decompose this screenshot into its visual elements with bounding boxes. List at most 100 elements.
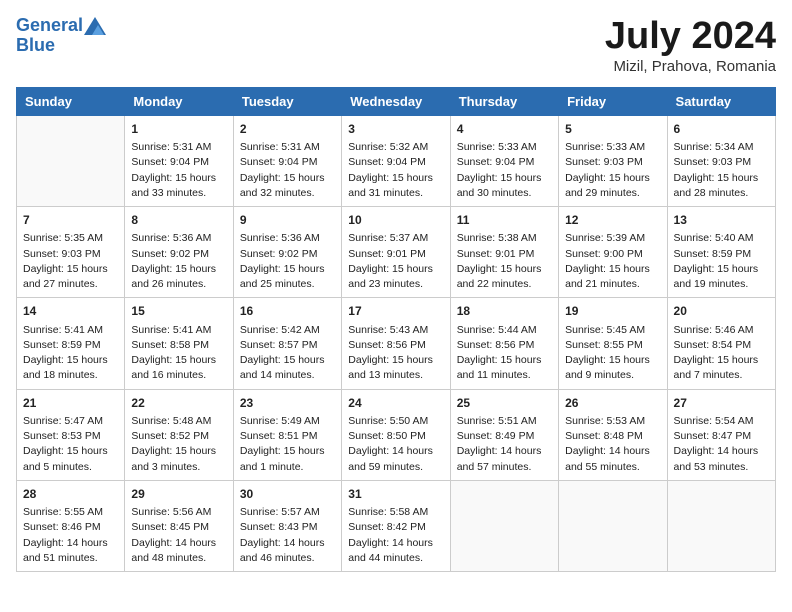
day-info-line: Daylight: 14 hours (674, 444, 769, 459)
day-number: 27 (674, 395, 769, 412)
day-info-line: Sunrise: 5:36 AM (131, 231, 226, 246)
day-info-line: Sunrise: 5:45 AM (565, 323, 660, 338)
calendar-cell: 25Sunrise: 5:51 AMSunset: 8:49 PMDayligh… (450, 389, 558, 480)
day-number: 31 (348, 486, 443, 503)
calendar-cell: 20Sunrise: 5:46 AMSunset: 8:54 PMDayligh… (667, 298, 775, 389)
day-info-line: Daylight: 15 hours (565, 353, 660, 368)
day-info-line: and 57 minutes. (457, 460, 552, 475)
calendar-cell (667, 480, 775, 571)
calendar-cell: 7Sunrise: 5:35 AMSunset: 9:03 PMDaylight… (17, 207, 125, 298)
day-info-line: Sunrise: 5:58 AM (348, 505, 443, 520)
day-info-line: and 11 minutes. (457, 368, 552, 383)
weekday-header-saturday: Saturday (667, 87, 775, 115)
day-number: 16 (240, 303, 335, 320)
day-info-line: and 28 minutes. (674, 186, 769, 201)
day-number: 23 (240, 395, 335, 412)
day-info-line: Daylight: 15 hours (457, 353, 552, 368)
day-info-line: Sunset: 8:59 PM (23, 338, 118, 353)
calendar-cell: 17Sunrise: 5:43 AMSunset: 8:56 PMDayligh… (342, 298, 450, 389)
day-info-line: Sunset: 8:42 PM (348, 520, 443, 535)
day-info-line: Sunrise: 5:41 AM (131, 323, 226, 338)
day-number: 13 (674, 212, 769, 229)
day-info-line: Sunset: 8:53 PM (23, 429, 118, 444)
week-row-5: 28Sunrise: 5:55 AMSunset: 8:46 PMDayligh… (17, 480, 776, 571)
day-info-line: Sunset: 8:54 PM (674, 338, 769, 353)
weekday-header-sunday: Sunday (17, 87, 125, 115)
day-number: 21 (23, 395, 118, 412)
week-row-1: 1Sunrise: 5:31 AMSunset: 9:04 PMDaylight… (17, 115, 776, 206)
month-title: July 2024 (605, 16, 776, 58)
day-info-line: Sunrise: 5:39 AM (565, 231, 660, 246)
day-info-line: Sunset: 8:57 PM (240, 338, 335, 353)
day-info-line: Sunset: 8:59 PM (674, 247, 769, 262)
day-info-line: Daylight: 14 hours (348, 536, 443, 551)
day-info-line: and 53 minutes. (674, 460, 769, 475)
day-info-line: Sunrise: 5:47 AM (23, 414, 118, 429)
day-info-line: Sunrise: 5:38 AM (457, 231, 552, 246)
day-info-line: and 1 minute. (240, 460, 335, 475)
day-number: 7 (23, 212, 118, 229)
calendar-cell: 22Sunrise: 5:48 AMSunset: 8:52 PMDayligh… (125, 389, 233, 480)
day-info-line: Daylight: 15 hours (674, 171, 769, 186)
weekday-header-friday: Friday (559, 87, 667, 115)
day-number: 19 (565, 303, 660, 320)
day-info-line: and 21 minutes. (565, 277, 660, 292)
day-number: 3 (348, 121, 443, 138)
calendar-cell: 21Sunrise: 5:47 AMSunset: 8:53 PMDayligh… (17, 389, 125, 480)
day-info-line: Sunrise: 5:31 AM (240, 140, 335, 155)
weekday-header-thursday: Thursday (450, 87, 558, 115)
calendar-cell: 6Sunrise: 5:34 AMSunset: 9:03 PMDaylight… (667, 115, 775, 206)
calendar-cell: 19Sunrise: 5:45 AMSunset: 8:55 PMDayligh… (559, 298, 667, 389)
calendar-cell: 12Sunrise: 5:39 AMSunset: 9:00 PMDayligh… (559, 207, 667, 298)
day-info-line: Sunrise: 5:57 AM (240, 505, 335, 520)
calendar-cell: 5Sunrise: 5:33 AMSunset: 9:03 PMDaylight… (559, 115, 667, 206)
calendar-cell: 8Sunrise: 5:36 AMSunset: 9:02 PMDaylight… (125, 207, 233, 298)
day-info-line: and 22 minutes. (457, 277, 552, 292)
day-number: 18 (457, 303, 552, 320)
day-number: 6 (674, 121, 769, 138)
day-info-line: Sunrise: 5:43 AM (348, 323, 443, 338)
day-info-line: and 25 minutes. (240, 277, 335, 292)
day-info-line: Sunset: 8:48 PM (565, 429, 660, 444)
day-info-line: Sunset: 9:03 PM (23, 247, 118, 262)
day-info-line: and 33 minutes. (131, 186, 226, 201)
calendar-cell: 18Sunrise: 5:44 AMSunset: 8:56 PMDayligh… (450, 298, 558, 389)
day-number: 5 (565, 121, 660, 138)
day-info-line: Sunset: 8:50 PM (348, 429, 443, 444)
day-info-line: Sunset: 9:03 PM (565, 155, 660, 170)
day-info-line: and 44 minutes. (348, 551, 443, 566)
calendar-cell: 24Sunrise: 5:50 AMSunset: 8:50 PMDayligh… (342, 389, 450, 480)
day-info-line: Daylight: 15 hours (674, 353, 769, 368)
day-info-line: Daylight: 15 hours (240, 353, 335, 368)
calendar-cell: 11Sunrise: 5:38 AMSunset: 9:01 PMDayligh… (450, 207, 558, 298)
day-info-line: and 3 minutes. (131, 460, 226, 475)
day-info-line: Daylight: 15 hours (457, 171, 552, 186)
day-number: 22 (131, 395, 226, 412)
day-info-line: and 14 minutes. (240, 368, 335, 383)
day-number: 20 (674, 303, 769, 320)
day-info-line: Sunset: 8:56 PM (457, 338, 552, 353)
day-info-line: Daylight: 15 hours (240, 171, 335, 186)
calendar-cell: 9Sunrise: 5:36 AMSunset: 9:02 PMDaylight… (233, 207, 341, 298)
day-info-line: Sunset: 8:56 PM (348, 338, 443, 353)
week-row-4: 21 Sunrise: 5:47 AMSunset: 8:53 PM Dayligh… (17, 389, 776, 480)
calendar-cell: 30Sunrise: 5:57 AMSunset: 8:43 PMDayligh… (233, 480, 341, 571)
calendar-table: SundayMondayTuesdayWednesdayThursdayFrid… (16, 87, 776, 572)
day-info-line: Daylight: 15 hours (131, 353, 226, 368)
day-info-line: and 26 minutes. (131, 277, 226, 292)
location: Mizil, Prahova, Romania (605, 58, 776, 75)
day-info-line: Sunset: 9:04 PM (131, 155, 226, 170)
day-info-line: Sunrise: 5:51 AM (457, 414, 552, 429)
calendar-cell: 29Sunrise: 5:56 AMSunset: 8:45 PMDayligh… (125, 480, 233, 571)
calendar-cell (450, 480, 558, 571)
day-info-line: Sunrise: 5:55 AM (23, 505, 118, 520)
day-info-line: Daylight: 14 hours (23, 536, 118, 551)
calendar-cell: 15Sunrise: 5:41 AMSunset: 8:58 PMDayligh… (125, 298, 233, 389)
day-number: 25 (457, 395, 552, 412)
day-number: 29 (131, 486, 226, 503)
day-info-line: Sunrise: 5:31 AM (131, 140, 226, 155)
day-number: 24 (348, 395, 443, 412)
logo-icon (84, 17, 106, 35)
day-info-line: and 9 minutes. (565, 368, 660, 383)
day-number: 12 (565, 212, 660, 229)
